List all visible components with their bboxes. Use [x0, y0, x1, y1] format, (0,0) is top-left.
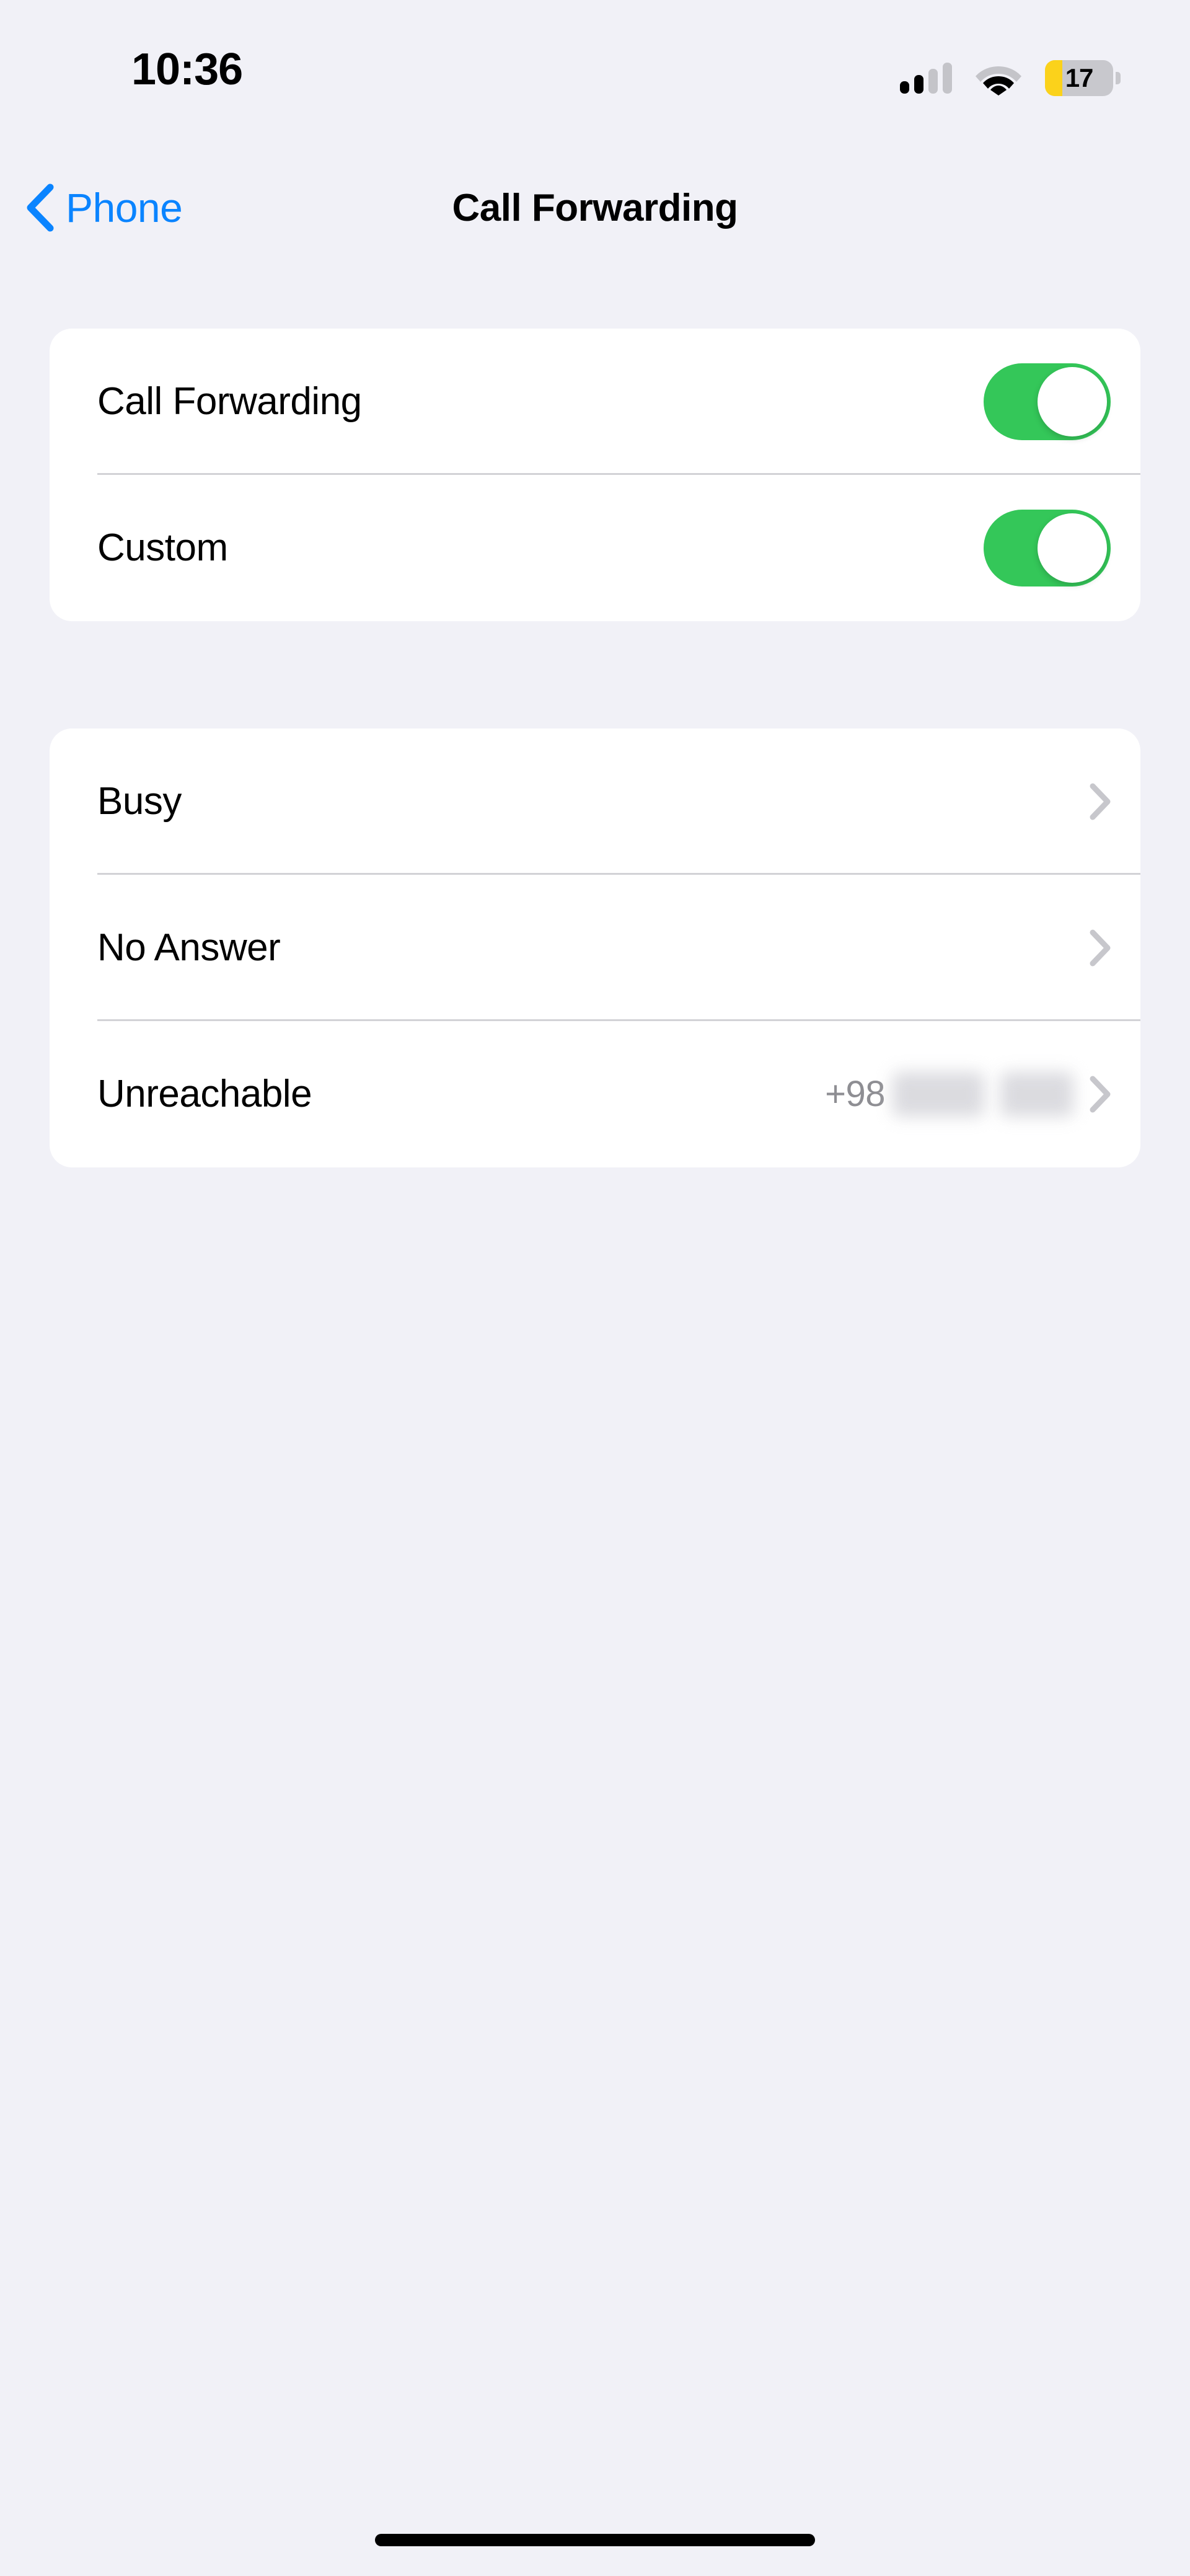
home-indicator[interactable]	[375, 2534, 815, 2546]
signal-bar-4	[943, 63, 952, 94]
toggle-call-forwarding[interactable]	[984, 363, 1111, 440]
toggle-knob	[1038, 513, 1107, 583]
toggle-custom[interactable]	[984, 510, 1111, 586]
row-label-busy: Busy	[97, 780, 182, 823]
battery-icon: 17	[1045, 60, 1121, 96]
battery-fill-level	[1045, 60, 1062, 96]
redacted-block	[892, 1072, 984, 1117]
signal-bar-1	[900, 81, 909, 94]
iphone-screen: 10:36 17 Phone Call Forwarding Call Forw…	[0, 0, 1190, 2576]
toggle-knob	[1038, 367, 1107, 436]
signal-bar-2	[914, 75, 923, 94]
wifi-icon	[976, 66, 1021, 95]
redacted-phone-number	[892, 1072, 1073, 1117]
status-bar: 10:36 17	[0, 0, 1190, 124]
row-label-unreachable: Unreachable	[97, 1073, 312, 1115]
navigation-bar: Phone Call Forwarding	[0, 167, 1190, 248]
call-forwarding-settings-card: Call Forwarding Custom	[50, 329, 1140, 621]
row-label-no-answer: No Answer	[97, 926, 281, 969]
row-value-unreachable-country-code: +98	[825, 1074, 885, 1114]
row-label-call-forwarding: Call Forwarding	[97, 380, 362, 423]
row-no-answer[interactable]: No Answer	[50, 875, 1140, 1021]
row-custom[interactable]: Custom	[50, 475, 1140, 621]
battery-percent-label: 17	[1065, 63, 1094, 92]
row-busy[interactable]: Busy	[50, 728, 1140, 875]
cellular-signal-icon	[900, 63, 952, 94]
page-title: Call Forwarding	[452, 186, 738, 229]
status-bar-indicators: 17	[900, 55, 1121, 102]
status-bar-clock: 10:36	[131, 45, 243, 94]
redacted-block	[1000, 1072, 1073, 1117]
forwarding-conditions-card: Busy No Answer Unreachable +98	[50, 728, 1140, 1167]
signal-bar-3	[928, 69, 938, 94]
row-unreachable[interactable]: Unreachable +98	[50, 1021, 1140, 1167]
battery-cap	[1116, 72, 1121, 84]
row-call-forwarding[interactable]: Call Forwarding	[50, 329, 1140, 475]
chevron-right-icon	[1090, 929, 1111, 967]
row-label-custom: Custom	[97, 526, 228, 569]
chevron-right-icon	[1090, 1076, 1111, 1113]
chevron-right-icon	[1090, 783, 1111, 820]
battery-body: 17	[1045, 60, 1114, 96]
